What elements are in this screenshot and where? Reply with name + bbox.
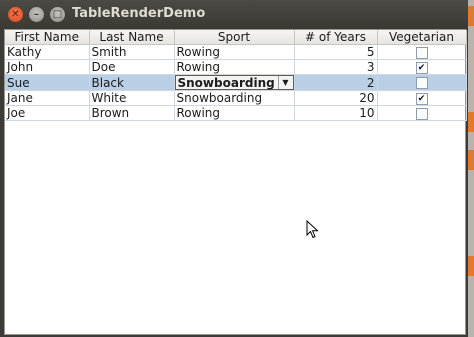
sport-combo-box[interactable]: Snowboarding ▼ <box>174 75 293 90</box>
dropdown-arrow-icon[interactable]: ▼ <box>277 76 293 89</box>
cell-vegetarian[interactable] <box>377 105 467 121</box>
cell-first-name[interactable]: Jane <box>5 90 90 106</box>
checkmark-icon: ✔ <box>417 93 426 104</box>
cell-years[interactable]: 2 <box>294 74 378 91</box>
cell-first-name[interactable]: Sue <box>5 74 90 91</box>
app-window: ✕ – □ TableRenderDemo First Name Last Na… <box>0 0 468 337</box>
sport-combo-value: Snowboarding <box>177 75 275 90</box>
table-row[interactable]: Kathy Smith Rowing 5 <box>5 44 467 60</box>
column-header-vegetarian[interactable]: Vegetarian <box>377 30 467 45</box>
maximize-icon[interactable]: □ <box>50 7 65 22</box>
cell-last-name[interactable]: Smith <box>89 44 175 60</box>
cell-first-name[interactable]: Joe <box>5 105 90 121</box>
vegetarian-checkbox[interactable] <box>415 77 428 89</box>
cell-sport[interactable]: Snowboarding <box>174 90 295 106</box>
minimize-icon[interactable]: – <box>29 7 44 22</box>
column-header-sport[interactable]: Sport <box>174 30 295 45</box>
vegetarian-checkbox[interactable]: ✔ <box>415 61 428 74</box>
vegetarian-checkbox[interactable]: ✔ <box>415 92 428 105</box>
cell-last-name[interactable]: Brown <box>89 105 175 121</box>
cell-first-name[interactable]: John <box>5 59 90 75</box>
cell-first-name[interactable]: Kathy <box>5 44 90 60</box>
data-table[interactable]: First Name Last Name Sport # of Years Ve… <box>5 30 467 121</box>
cell-vegetarian[interactable]: ✔ <box>377 90 467 106</box>
column-header-first-name[interactable]: First Name <box>5 30 90 45</box>
vegetarian-checkbox[interactable] <box>415 46 428 59</box>
cell-years[interactable]: 10 <box>294 105 378 121</box>
mouse-pointer-icon <box>306 220 319 239</box>
table-row[interactable]: John Doe Rowing 3 ✔ <box>5 59 467 75</box>
cell-vegetarian[interactable]: ✔ <box>377 59 467 75</box>
cell-last-name[interactable]: Black <box>89 74 175 91</box>
cell-sport[interactable]: Rowing <box>174 59 295 75</box>
checkmark-icon: ✔ <box>417 62 426 73</box>
table-row[interactable]: Jane White Snowboarding 20 ✔ <box>5 90 467 106</box>
column-header-last-name[interactable]: Last Name <box>89 30 175 45</box>
column-header-years[interactable]: # of Years <box>294 30 378 45</box>
window-title: TableRenderDemo <box>72 6 206 21</box>
cell-years[interactable]: 3 <box>294 59 378 75</box>
vegetarian-checkbox[interactable] <box>415 107 428 120</box>
close-icon[interactable]: ✕ <box>8 7 23 22</box>
table-scroll-pane[interactable]: First Name Last Name Sport # of Years Ve… <box>4 29 467 335</box>
cell-vegetarian[interactable] <box>377 44 467 60</box>
cell-last-name[interactable]: Doe <box>89 59 175 75</box>
table-row[interactable]: Sue Black Snowboarding ▼ 2 <box>5 74 467 91</box>
cell-years[interactable]: 5 <box>294 44 378 60</box>
cell-sport[interactable]: Snowboarding ▼ <box>174 74 295 91</box>
cell-sport[interactable]: Rowing <box>174 44 295 60</box>
title-bar[interactable]: ✕ – □ TableRenderDemo <box>0 0 468 29</box>
table-row[interactable]: Joe Brown Rowing 10 <box>5 105 467 121</box>
cell-vegetarian[interactable] <box>377 74 467 91</box>
cell-last-name[interactable]: White <box>89 90 175 106</box>
cell-sport[interactable]: Rowing <box>174 105 295 121</box>
cell-years[interactable]: 20 <box>294 90 378 106</box>
